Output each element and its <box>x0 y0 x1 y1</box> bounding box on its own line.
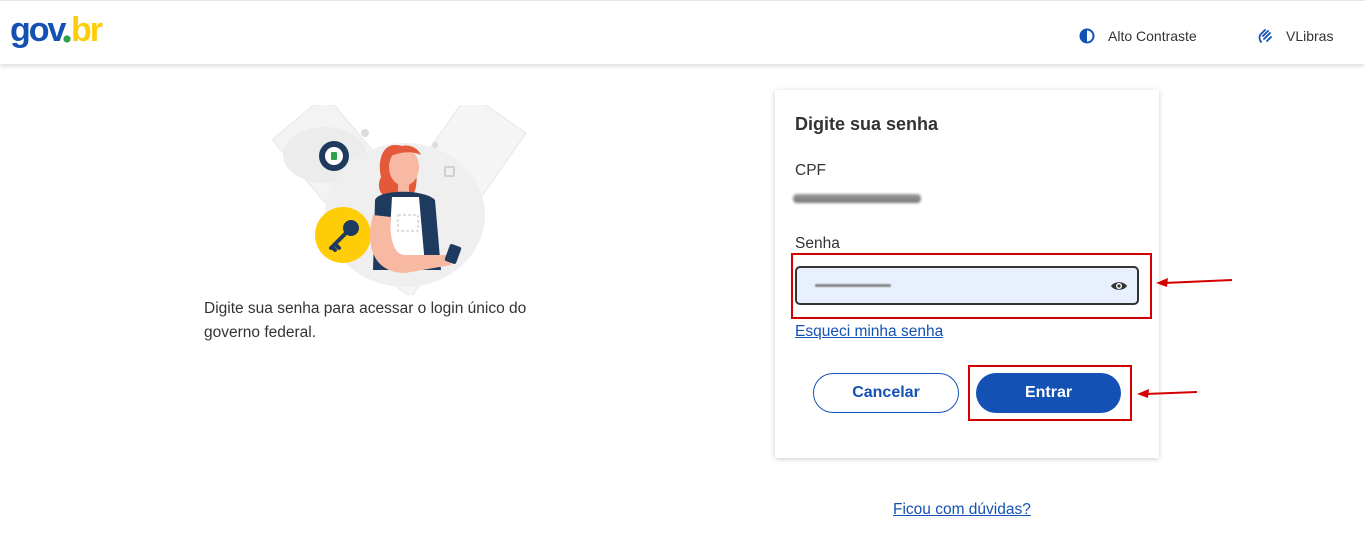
key-icon <box>315 207 371 263</box>
arrow-left-icon <box>1156 278 1233 287</box>
svg-text:br: br <box>71 11 103 49</box>
arrow-left-icon <box>1137 389 1198 398</box>
vlibras-button[interactable]: VLibras <box>1256 25 1333 47</box>
password-label: Senha <box>795 235 840 252</box>
hands-icon <box>1256 27 1274 45</box>
password-highlight-box <box>791 253 1152 319</box>
login-illustration <box>271 105 527 295</box>
help-link[interactable]: Ficou com dúvidas? <box>893 501 1031 519</box>
high-contrast-label: Alto Contraste <box>1108 28 1197 44</box>
intro-text: Digite sua senha para acessar o login ún… <box>204 300 527 341</box>
top-header: gov br Alto Contraste VLibras <box>0 0 1365 64</box>
card-title: Digite sua senha <box>795 114 939 134</box>
lock-icon <box>319 141 349 171</box>
govbr-logo[interactable]: gov br <box>10 9 115 53</box>
cancel-button[interactable]: Cancelar <box>813 373 959 413</box>
contrast-icon <box>1078 27 1096 45</box>
cpf-label: CPF <box>795 162 826 179</box>
cpf-value-redacted <box>793 194 921 203</box>
high-contrast-toggle[interactable]: Alto Contraste <box>1078 25 1197 47</box>
enter-highlight-box <box>968 365 1132 421</box>
forgot-password-link[interactable]: Esqueci minha senha <box>795 323 943 341</box>
vlibras-label: VLibras <box>1286 28 1334 44</box>
govbr-logo-text: gov <box>10 11 67 49</box>
